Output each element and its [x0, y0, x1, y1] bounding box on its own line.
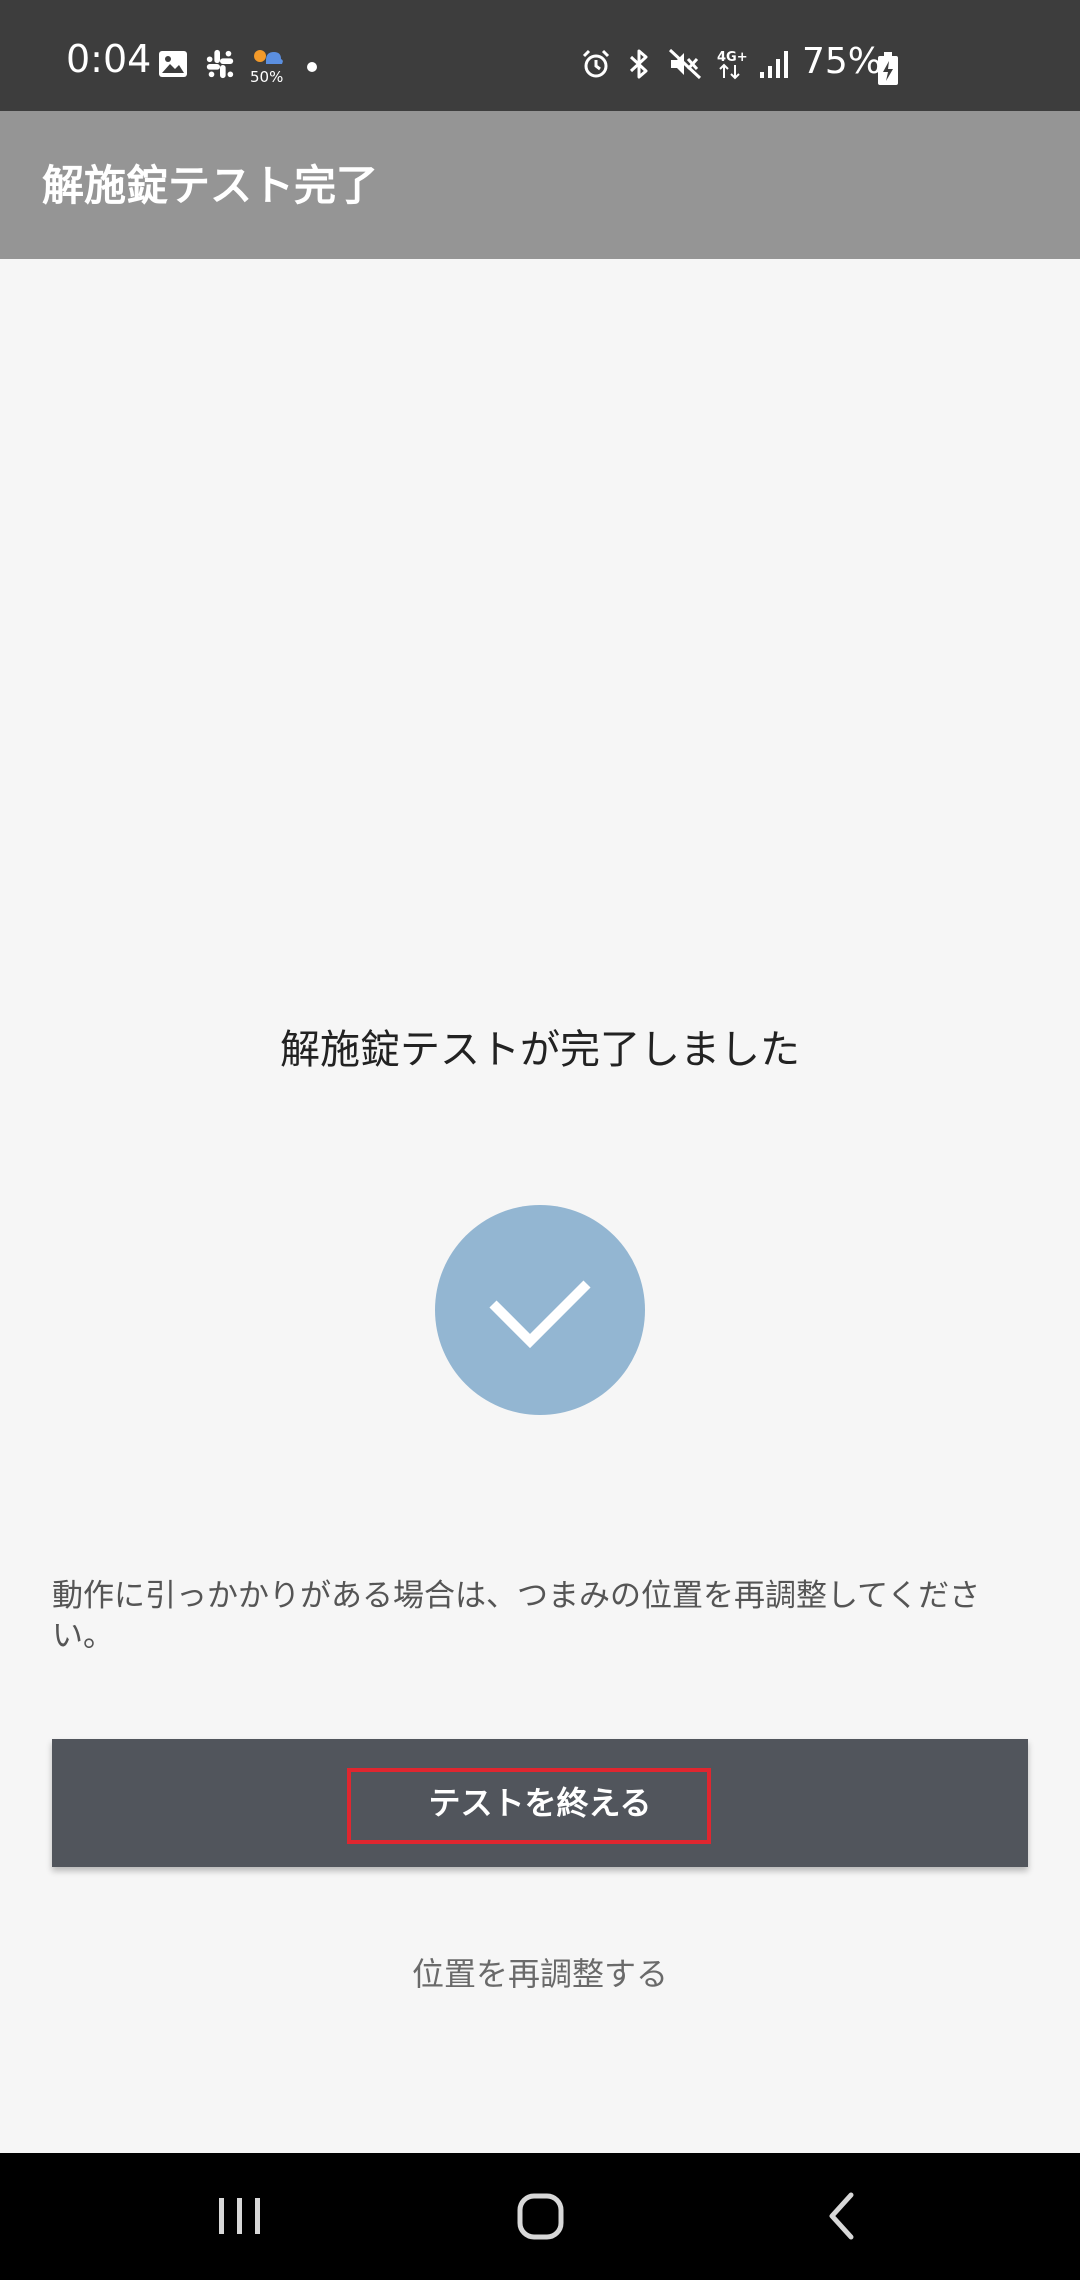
bluetooth-icon — [629, 49, 648, 79]
4g-data-icon: 4G+ — [717, 50, 747, 80]
svg-text:4G+: 4G+ — [717, 50, 747, 65]
page-title: 解施錠テスト完了 — [42, 161, 379, 210]
readjust-hint-text: 動作に引っかかりがある場合は、つまみの位置を再調整してください。 — [52, 1578, 981, 1654]
back-button[interactable] — [783, 2153, 903, 2280]
notification-dot — [307, 62, 317, 72]
navigation-bar — [0, 2153, 1080, 2280]
home-icon — [517, 2193, 564, 2240]
mute-icon — [668, 48, 702, 80]
success-indicator — [435, 1205, 645, 1415]
recent-apps-button[interactable] — [180, 2153, 300, 2280]
status-time: 0:04 — [66, 37, 152, 81]
weather-percent: 50% — [250, 68, 284, 86]
check-icon — [489, 1280, 591, 1349]
battery-charging-icon — [878, 52, 898, 85]
completion-heading: 解施錠テストが完了しました — [280, 1027, 800, 1073]
finish-test-button[interactable]: テストを終える — [52, 1739, 1028, 1867]
signal-icon — [760, 51, 788, 78]
readjust-position-link[interactable]: 位置を再調整する — [0, 1955, 1080, 1993]
screen: 0:04 50% 4G+ 75% 解施錠テスト完了 解施錠テストが完了しました … — [0, 0, 1080, 2280]
status-bar: 0:04 50% 4G+ 75% — [0, 0, 1080, 111]
weather-icon — [254, 50, 283, 64]
image-icon — [159, 51, 187, 77]
alarm-icon — [582, 49, 610, 78]
app-bar: 解施錠テスト完了 — [0, 111, 1080, 259]
back-icon — [829, 2192, 854, 2240]
recent-apps-icon — [219, 2198, 260, 2234]
battery-percent: 75% — [802, 41, 883, 82]
home-button[interactable] — [480, 2153, 600, 2280]
finish-test-button-label: テストを終える — [428, 1785, 652, 1821]
slack-icon — [206, 49, 234, 79]
